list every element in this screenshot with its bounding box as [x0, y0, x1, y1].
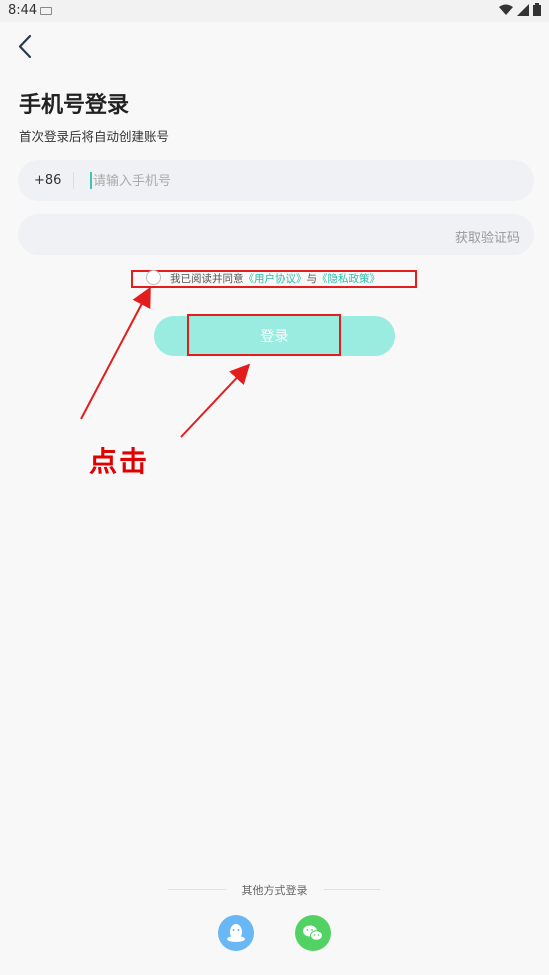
status-bar: 8:44	[0, 0, 549, 22]
keyboard-icon	[40, 7, 52, 15]
annotation-arrows	[80, 286, 251, 438]
country-code[interactable]: +86	[34, 173, 61, 188]
verification-code-field: 获取验证码	[18, 214, 534, 255]
arrow-to-agreement	[80, 286, 151, 420]
verification-code-input[interactable]	[34, 223, 418, 248]
phone-field: +86	[18, 160, 534, 201]
signal-icon	[517, 3, 529, 16]
agreement-checkbox[interactable]	[146, 270, 161, 285]
wechat-login-button[interactable]	[295, 915, 331, 951]
battery-icon	[533, 3, 541, 16]
agreement-prefix: 我已阅读并同意	[170, 273, 244, 285]
click-annotation-label: 点击	[89, 445, 150, 478]
other-login-label: 其他方式登录	[241, 884, 308, 897]
back-button[interactable]	[16, 33, 40, 61]
divider-line-right	[324, 889, 380, 890]
page-title: 手机号登录	[19, 93, 130, 118]
qq-icon	[227, 924, 245, 942]
qq-login-button[interactable]	[218, 915, 254, 951]
privacy-policy-link[interactable]: 《隐私政策》	[317, 273, 380, 285]
page-subtitle: 首次登录后将自动创建账号	[19, 129, 170, 144]
chevron-left-icon	[18, 34, 32, 59]
user-agreement-link[interactable]: 《用户协议》	[244, 273, 307, 285]
phone-input[interactable]	[91, 169, 495, 194]
agreement-and: 与	[306, 273, 318, 285]
agreement-text: 我已阅读并同意《用户协议》与《隐私政策》	[170, 271, 380, 286]
get-code-button[interactable]: 获取验证码	[455, 227, 520, 246]
wifi-icon	[499, 4, 513, 15]
arrow-to-login	[180, 363, 251, 438]
divider	[73, 172, 74, 189]
other-login-divider: 其他方式登录	[0, 882, 549, 898]
login-button[interactable]: 登录	[154, 316, 395, 356]
status-icons	[499, 3, 541, 16]
status-time: 8:44	[8, 3, 38, 18]
wechat-icon	[303, 925, 323, 941]
